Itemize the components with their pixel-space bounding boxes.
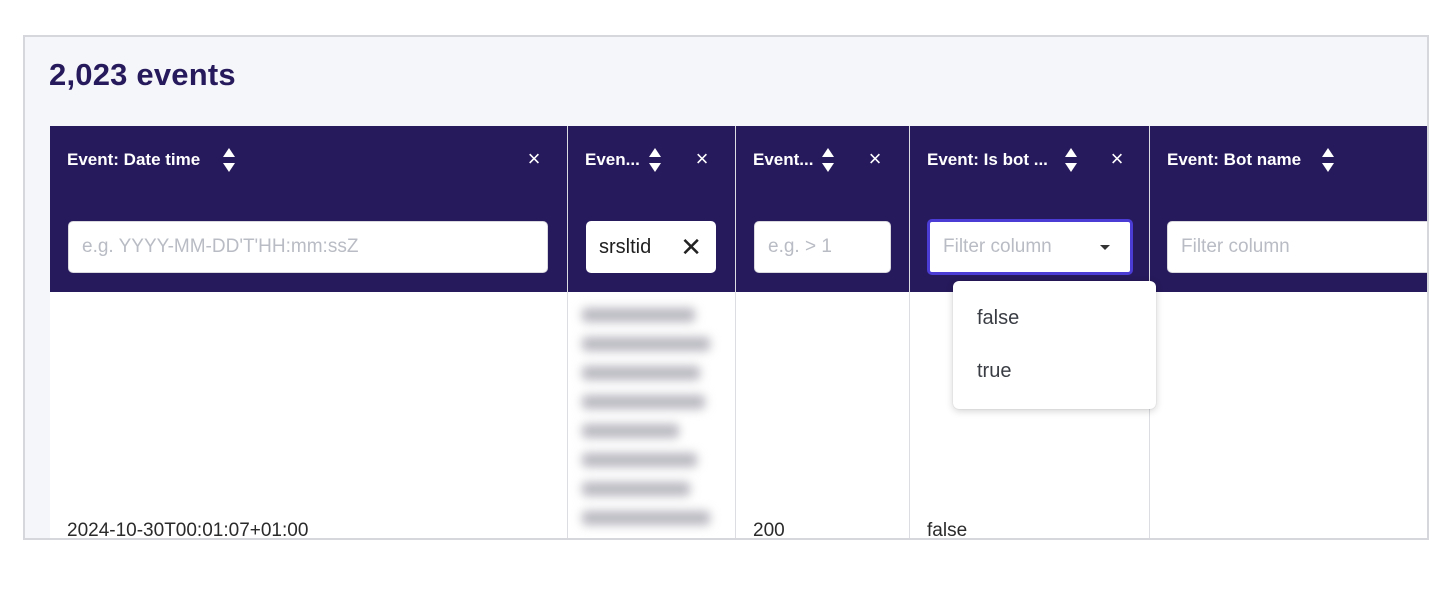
column-header: Event: Bot name — [1150, 126, 1427, 292]
option-false[interactable]: false — [977, 307, 1019, 330]
clear-icon[interactable]: ✕ — [680, 234, 702, 260]
is-bot-options-menu: false true — [953, 281, 1156, 409]
date-time-filter-input[interactable] — [68, 221, 548, 273]
column-header: Event: Date time × — [50, 126, 567, 292]
sort-icon[interactable] — [821, 147, 835, 173]
bot-name-filter-input[interactable] — [1167, 221, 1427, 273]
column-event-3: Event... × 200 — [736, 126, 910, 540]
column-header: Even... × srsltid ✕ — [568, 126, 735, 292]
column-header: Event: Is bot ... × Filter column — [910, 126, 1149, 292]
select-placeholder: Filter column — [943, 236, 1052, 257]
close-icon[interactable]: × — [1106, 148, 1128, 170]
column-label[interactable]: Event: Is bot ... — [927, 150, 1048, 170]
close-icon[interactable]: × — [691, 148, 713, 170]
table-cell: 200 — [753, 520, 785, 540]
column-date-time: Event: Date time × 2024-10-30T00:01:07+0… — [50, 126, 568, 540]
column-label[interactable]: Event: Date time — [67, 150, 200, 170]
sort-icon[interactable] — [222, 147, 236, 173]
filter-chip-label: srsltid — [599, 235, 652, 258]
column-label[interactable]: Event... — [753, 150, 813, 170]
sort-icon[interactable] — [1321, 147, 1335, 173]
table-cell: false — [927, 520, 968, 540]
event-3-filter-input[interactable] — [754, 221, 891, 273]
blurred-cell — [582, 308, 710, 538]
caret-down-icon — [1100, 244, 1110, 250]
column-label[interactable]: Even... — [585, 150, 640, 170]
sort-icon[interactable] — [648, 147, 662, 173]
column-event-2: Even... × srsltid ✕ — [568, 126, 736, 538]
column-header: Event... × — [736, 126, 909, 292]
page-title: 2,023 events — [49, 57, 236, 92]
column-label[interactable]: Event: Bot name — [1167, 150, 1301, 170]
column-bot-name: Event: Bot name — [1150, 126, 1427, 538]
events-table: Event: Date time × 2024-10-30T00:01:07+0… — [50, 126, 1427, 540]
option-true[interactable]: true — [977, 360, 1011, 383]
sort-icon[interactable] — [1064, 147, 1078, 173]
table-cell: 2024-10-30T00:01:07+01:00 — [67, 520, 309, 540]
events-panel: 2,023 events Event: Date time × 2024-10-… — [23, 35, 1429, 540]
filter-chip[interactable]: srsltid ✕ — [586, 221, 716, 273]
close-icon[interactable]: × — [523, 148, 545, 170]
is-bot-filter-select[interactable]: Filter column — [927, 219, 1133, 275]
close-icon[interactable]: × — [864, 148, 886, 170]
